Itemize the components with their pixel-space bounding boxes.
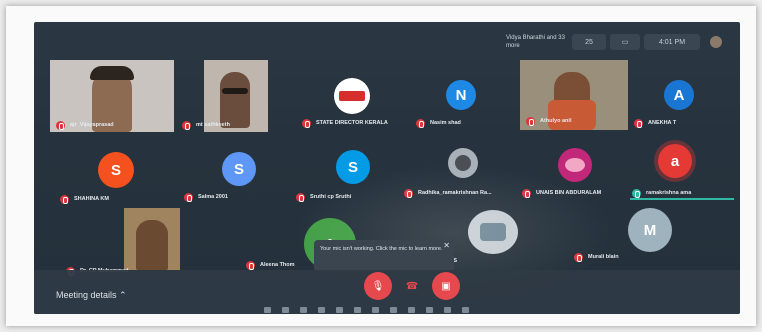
participant-name: Athulyo anil [540, 118, 572, 124]
participant-name: ajr_Vijayaprasad [70, 122, 114, 128]
taskbar-icon[interactable] [462, 307, 469, 313]
mic-off-icon [302, 118, 311, 128]
participant-tile[interactable]: Athulyo anil [520, 60, 628, 130]
user-avatar[interactable] [710, 36, 722, 48]
mic-toggle-button[interactable]: 🎙 [364, 272, 392, 300]
participant-name: STATE DIRECTOR KERALA [316, 120, 388, 126]
taskbar-icon[interactable] [444, 307, 451, 313]
participant-initial-avatar: A [664, 80, 694, 110]
mic-off-icon [522, 188, 531, 198]
participant-photo-avatar [558, 148, 592, 182]
participant-photo-avatar [468, 210, 518, 254]
mic-off-icon [246, 260, 255, 270]
mic-off-icon [296, 192, 305, 202]
participant-name: Salma 2001 [198, 194, 228, 200]
hair-shape [90, 66, 134, 80]
participant-photo-avatar [448, 148, 478, 178]
glasses-shape [222, 88, 248, 94]
taskbar-icon[interactable] [372, 307, 379, 313]
participant-name: Radhika_ramakrishnan Ra... [418, 190, 492, 196]
participants-chip[interactable]: 25 [572, 34, 606, 50]
taskbar-icon[interactable] [300, 307, 307, 313]
participant-initial-avatar: S [98, 152, 134, 188]
taskbar-icon[interactable] [282, 307, 289, 313]
meeting-details-button[interactable]: Meeting details ⌃ [56, 290, 127, 301]
clock-chip: 4:01 PM [644, 34, 700, 50]
participant-name: Aleena Thom [260, 262, 295, 268]
mic-warning-toast[interactable]: Your mic isn't working. Click the mic to… [314, 240, 454, 272]
mic-off-icon [404, 188, 413, 198]
leave-call-icon[interactable]: ☎ [402, 276, 422, 296]
mic-off-icon [184, 192, 193, 202]
close-icon[interactable]: ✕ [443, 242, 450, 250]
participants-more-label: Vidya Bharathi and 33 more [506, 35, 565, 49]
state-logo-icon [334, 78, 370, 114]
active-speaker-underline [630, 198, 734, 200]
participant-name: Sruthi cp Sruthi [310, 194, 352, 200]
participant-tile[interactable] [124, 208, 180, 270]
mic-off-icon [56, 120, 65, 130]
participant-initial-avatar: a [658, 144, 692, 178]
taskbar-icon[interactable] [336, 307, 343, 313]
mic-off-icon [60, 194, 69, 204]
taskbar-icon[interactable] [408, 307, 415, 313]
toast-message: Your mic isn't working. Click the mic to… [320, 246, 443, 252]
participant-initial-avatar: N [446, 80, 476, 110]
participant-photo [136, 220, 168, 270]
participant-name: SHAHINA KM [74, 196, 109, 202]
participant-initial-avatar: S [336, 150, 370, 184]
participant-name: ANEKHA T [648, 120, 677, 126]
mic-off-icon [526, 116, 535, 126]
participant-name: Nasim shad [430, 120, 461, 126]
mic-off-icon [182, 120, 191, 130]
taskbar-icon[interactable] [390, 307, 397, 313]
mic-off-icon [634, 118, 643, 128]
participant-name: mt sathkeeth [196, 122, 230, 128]
participant-initial-avatar: S [222, 152, 256, 186]
taskbar-icon[interactable] [318, 307, 325, 313]
taskbar-icon[interactable] [264, 307, 271, 313]
mic-off-icon [574, 252, 583, 262]
speaking-icon [632, 188, 641, 198]
taskbar-icon[interactable] [426, 307, 433, 313]
participant-name: Murali blain [588, 254, 619, 260]
participant-name: UNAIS BIN ABDURALAM [536, 190, 602, 196]
camera-toggle-button[interactable]: ▣ [432, 272, 460, 300]
participant-tile[interactable]: ajr_Vijayaprasad [50, 60, 174, 132]
taskbar-tray [264, 306, 734, 314]
top-bar: Vidya Bharathi and 33 more 25 ▭ 4:01 PM [34, 22, 740, 62]
participant-name: ramakrishna ama [646, 190, 692, 196]
mic-off-icon [416, 118, 425, 128]
participant-initial-avatar: M [628, 208, 672, 252]
taskbar-icon[interactable] [354, 307, 361, 313]
chat-icon[interactable]: ▭ [610, 34, 640, 50]
meet-window: Vidya Bharathi and 33 more 25 ▭ 4:01 PM … [34, 22, 740, 314]
